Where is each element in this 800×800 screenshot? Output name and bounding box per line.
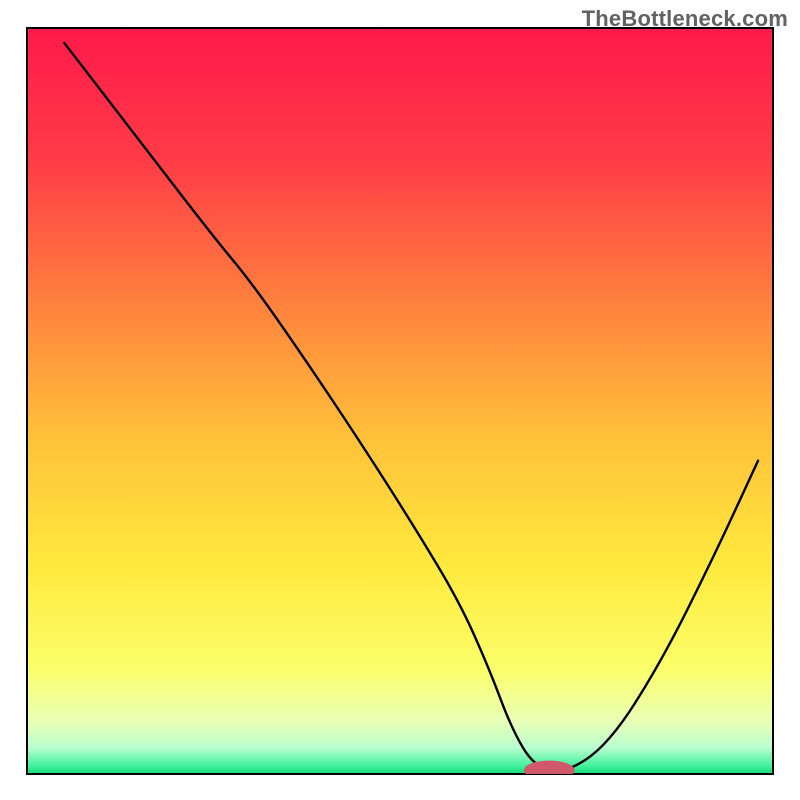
chart-stage: TheBottleneck.com (0, 0, 800, 800)
optimal-marker (524, 761, 575, 780)
bottleneck-chart (0, 0, 800, 800)
